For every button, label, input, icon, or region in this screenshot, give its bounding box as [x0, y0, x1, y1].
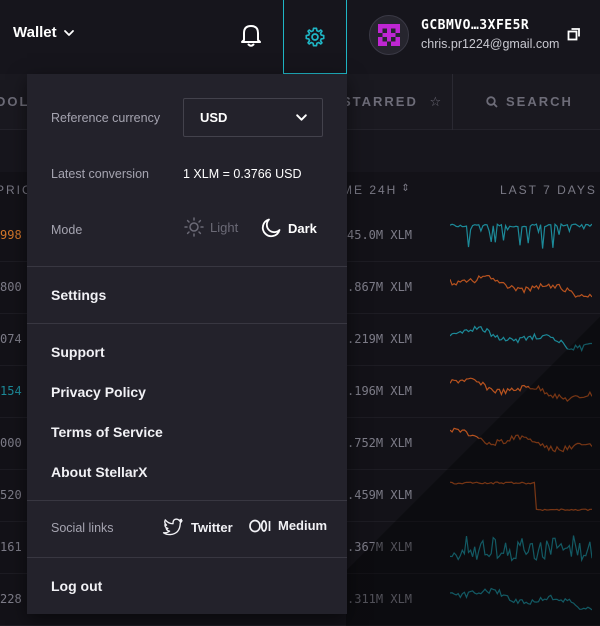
twitter-icon: [162, 518, 183, 536]
market-price-cell: 154: [0, 384, 22, 398]
latest-conversion-value: 1 XLM = 0.3766 USD: [183, 167, 302, 181]
top-navigation-bar: Wallet GCBMVO…3XFE5R chris.pr1224@gmail.…: [0, 0, 600, 74]
account-id: GCBMVO…3XFE5R: [421, 18, 530, 33]
privacy-policy-link[interactable]: Privacy Policy: [51, 384, 146, 400]
market-price-cell: 000: [0, 436, 22, 450]
market-price-cell: 520: [0, 488, 22, 502]
menu-divider: [27, 323, 347, 324]
menu-divider: [27, 500, 347, 501]
moon-icon: [261, 218, 281, 238]
settings-gear-button[interactable]: [283, 0, 347, 74]
column-last-7-days[interactable]: LAST 7 DAYS: [500, 183, 597, 197]
tab-starred[interactable]: STARRED ☆: [342, 94, 443, 110]
reference-currency-value: USD: [200, 110, 228, 125]
market-price-cell: 074: [0, 332, 22, 346]
wallet-menu-button[interactable]: Wallet: [13, 24, 75, 41]
market-price-cell: 228: [0, 592, 22, 606]
bell-icon[interactable]: [239, 22, 263, 48]
chevron-down-icon: [63, 29, 74, 36]
settings-dropdown-menu: Reference currency USD Latest conversion…: [27, 74, 347, 614]
settings-link[interactable]: Settings: [51, 287, 106, 303]
market-price-cell: 800: [0, 280, 22, 294]
account-email: chris.pr1224@gmail.com: [421, 37, 560, 51]
market-price-cell: 161: [0, 540, 22, 554]
medium-icon: [249, 519, 271, 532]
menu-divider: [27, 266, 347, 267]
sparkline-line: [450, 222, 592, 249]
copy-icon[interactable]: [567, 27, 581, 41]
latest-conversion-label: Latest conversion: [51, 167, 149, 181]
column-volume-label: ME 24H: [342, 183, 398, 197]
chevron-down-icon: [296, 114, 307, 121]
social-links-label: Social links: [51, 521, 114, 535]
reference-currency-select[interactable]: USD: [183, 98, 323, 137]
search-icon: [486, 95, 498, 108]
medium-label: Medium: [278, 518, 328, 533]
market-volume-cell: 45.0M XLM: [347, 228, 413, 242]
logout-link[interactable]: Log out: [51, 578, 102, 594]
wallet-label: Wallet: [13, 24, 57, 41]
medium-link[interactable]: Medium: [249, 518, 327, 533]
support-link[interactable]: Support: [51, 344, 105, 360]
twitter-label: Twitter: [191, 519, 233, 535]
identicon[interactable]: [369, 15, 409, 55]
gear-icon: [305, 26, 325, 47]
sun-icon: [184, 217, 204, 237]
about-stellarx-link[interactable]: About StellarX: [51, 464, 147, 480]
column-volume[interactable]: ME 24H ⇕: [342, 183, 412, 197]
tab-starred-label: STARRED: [342, 94, 418, 109]
market-price-cell: 998: [0, 228, 22, 242]
mode-dark-option[interactable]: Dark: [260, 217, 317, 239]
identicon-pattern: [378, 24, 400, 46]
sort-icon: ⇕: [401, 183, 412, 194]
tab-search-label: SEARCH: [506, 94, 573, 109]
tab-search[interactable]: SEARCH: [486, 94, 573, 109]
mode-label: Mode: [51, 223, 83, 237]
mode-light-label: Light: [210, 219, 239, 235]
reference-currency-label: Reference currency: [51, 111, 161, 125]
background-shade: [346, 284, 600, 626]
twitter-link[interactable]: Twitter: [162, 518, 233, 536]
sparkline-chart: [450, 222, 592, 249]
mode-light-option[interactable]: Light: [184, 217, 238, 237]
mode-dark-label: Dark: [288, 220, 317, 236]
terms-of-service-link[interactable]: Terms of Service: [51, 424, 163, 440]
menu-divider: [27, 557, 347, 558]
tab-divider: [452, 74, 453, 130]
star-icon: ☆: [429, 94, 444, 109]
